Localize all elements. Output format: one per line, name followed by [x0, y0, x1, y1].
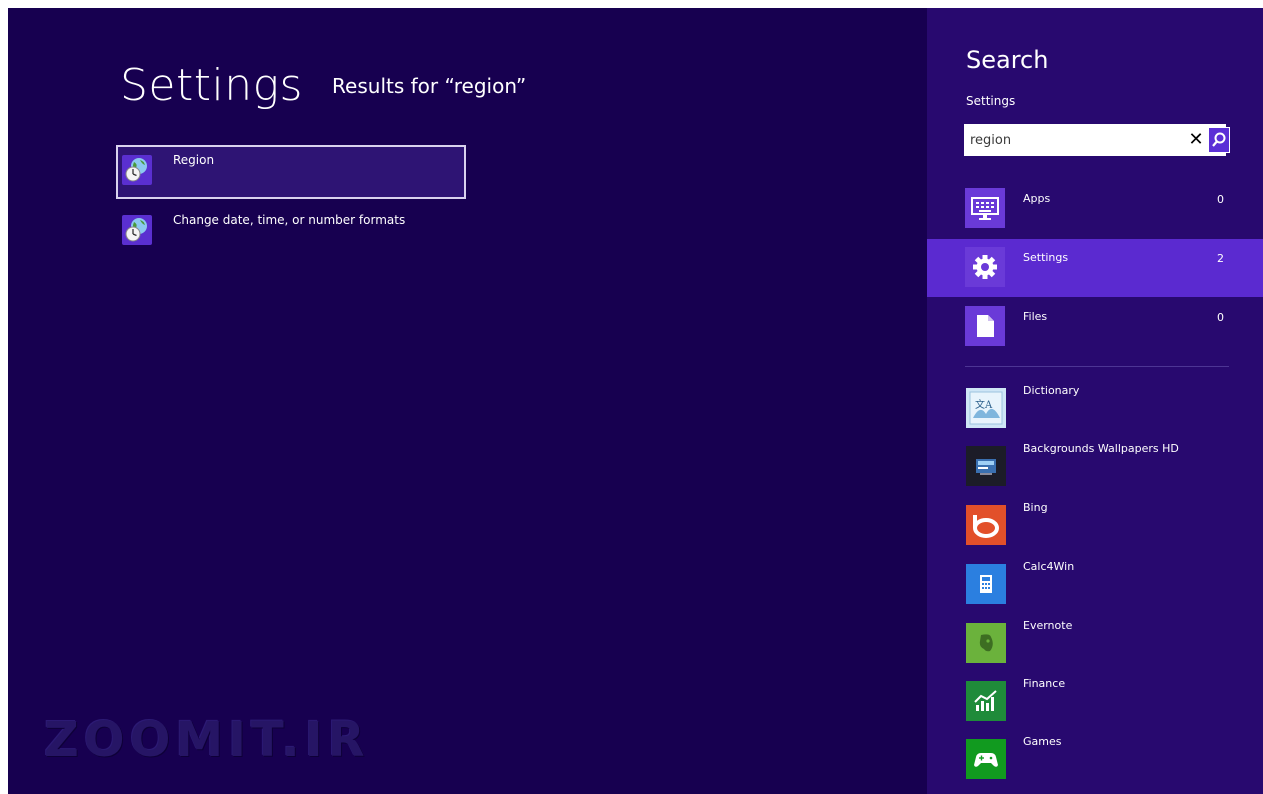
wallpapers-icon [966, 446, 1006, 486]
watermark: ZOOMIT.IR [44, 712, 370, 768]
search-category-apps[interactable]: Apps 0 [927, 180, 1263, 238]
category-count: 0 [1217, 193, 1224, 206]
category-count: 2 [1217, 252, 1224, 265]
games-controller-icon [966, 739, 1006, 779]
search-category-settings[interactable]: Settings 2 [927, 239, 1263, 297]
pane-divider [965, 366, 1229, 367]
app-label: Bing [1023, 501, 1048, 514]
search-icon [1212, 132, 1226, 147]
app-calc4win[interactable]: Calc4Win [927, 556, 1263, 608]
search-button[interactable] [1208, 127, 1230, 153]
category-label: Files [1023, 310, 1048, 323]
app-label: Calc4Win [1023, 560, 1075, 573]
result-label: Change date, time, or number formats [173, 213, 406, 227]
result-region[interactable]: Region [116, 145, 466, 199]
region-globe-icon [122, 155, 152, 185]
keyboard-icon [965, 188, 1005, 228]
svg-text:文A: 文A [975, 398, 993, 411]
clear-search-button[interactable]: ✕ [1188, 130, 1204, 150]
app-label: Evernote [1023, 619, 1073, 632]
evernote-icon [966, 623, 1006, 663]
app-bing[interactable]: Bing [927, 497, 1263, 549]
result-label: Region [173, 153, 215, 167]
bing-icon [966, 505, 1006, 545]
region-globe-icon [122, 215, 152, 245]
results-area: Settings Results for “region” Region Cha… [8, 8, 927, 794]
finance-icon [966, 681, 1006, 721]
category-label: Apps [1023, 192, 1051, 205]
app-label: Backgrounds Wallpapers HD [1023, 442, 1179, 455]
result-change-date-time-formats[interactable]: Change date, time, or number formats [116, 205, 466, 259]
app-label: Games [1023, 735, 1062, 748]
results-heading: Settings Results for “region” [120, 60, 526, 111]
file-icon [965, 306, 1005, 346]
search-box: ✕ [964, 124, 1230, 156]
app-dictionary[interactable]: 文A Dictionary [927, 380, 1263, 432]
calculator-icon [966, 564, 1006, 604]
results-query-caption: Results for “region” [332, 74, 527, 98]
app-backgrounds-wallpapers-hd[interactable]: Backgrounds Wallpapers HD [927, 438, 1263, 490]
app-finance[interactable]: Finance [927, 673, 1263, 725]
search-category-files[interactable]: Files 0 [927, 298, 1263, 356]
app-games[interactable]: Games [927, 731, 1263, 783]
app-label: Dictionary [1023, 384, 1080, 397]
windows-8-screen: Settings Results for “region” Region Cha… [8, 8, 1263, 794]
category-count: 0 [1217, 311, 1224, 324]
category-label: Settings [1023, 251, 1069, 264]
dictionary-icon: 文A [966, 388, 1006, 428]
gear-icon [965, 247, 1005, 287]
page-title: Settings [120, 60, 303, 111]
search-charm-pane: Search Settings ✕ [927, 8, 1263, 794]
search-scope-label: Settings [966, 94, 1016, 108]
search-input[interactable] [964, 124, 1174, 156]
pane-title: Search [966, 46, 1049, 74]
app-evernote[interactable]: Evernote [927, 615, 1263, 667]
app-label: Finance [1023, 677, 1066, 690]
